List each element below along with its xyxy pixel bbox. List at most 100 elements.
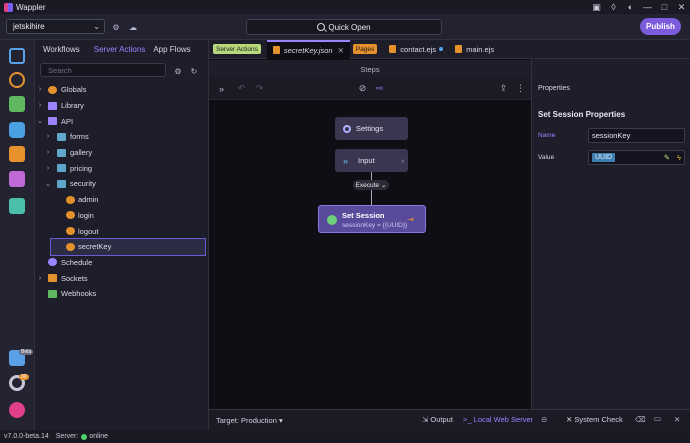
window-controls: ▣ ◊ ◐ — □ ✕ [588,0,690,14]
project-select[interactable]: jetskihire ⌄ [6,19,105,34]
testing-icon[interactable] [9,171,25,187]
lightning-icon[interactable]: ϟ [677,153,681,162]
minimize-icon[interactable]: — [639,0,656,14]
bottom-panel-bar: Target: Production ▾ ⇲ Output >_ Local W… [209,409,690,430]
tree-item-library[interactable]: › Library [35,98,208,114]
undo-icon[interactable]: ↶ [236,83,247,94]
maximize-icon[interactable]: □ [656,0,673,14]
pages-badge: Pages [352,44,378,54]
status-dot-icon [81,433,88,440]
tree-item-secretkey[interactable]: secretKey [50,237,206,256]
more-icon[interactable]: ⋮ [515,83,526,94]
quick-open-button[interactable]: Quick Open [246,19,442,35]
tree-item-forms[interactable]: › forms [35,129,208,145]
html-file-icon [389,45,397,53]
layers-icon[interactable] [9,198,25,214]
tree-item-pricing[interactable]: › pricing [35,160,208,176]
set-session-title: Set Session [342,211,385,220]
chevron-right-icon: › [38,274,42,282]
search-icon [317,23,326,31]
chevron-down-icon: ⌄ [93,22,100,31]
tab-workflows[interactable]: Workflows [39,45,84,54]
app-title: Wappler [16,2,46,12]
database-icon[interactable] [9,122,25,138]
webhook-icon [48,289,57,298]
rail-badge-count: 30 [19,374,29,380]
globe-icon [48,85,57,94]
close-icon: ✕ [566,415,573,424]
server-state: online [89,433,109,440]
publish-button[interactable]: Publish [640,18,681,35]
project-settings-gear-icon[interactable]: ⚙ [110,21,122,33]
tree-item-gallery[interactable]: › gallery [35,145,208,161]
chevron-right-icon: › [46,133,50,141]
input-node[interactable]: » Input › [335,149,408,172]
tab-contact-ejs[interactable]: contact.ejs [383,40,449,59]
steps-header: Steps [209,60,531,78]
output-tab[interactable]: ⇲ Output [422,415,453,424]
settings-node[interactable]: Settings [335,117,408,140]
properties-section-title: Set Session Properties [538,110,626,119]
server-label: Server: [55,433,79,440]
pencil-icon[interactable]: ✎ [664,153,670,162]
refresh-icon[interactable]: ↻ [188,65,200,77]
step-link-icon[interactable]: ⇨ [374,83,385,94]
html-file-icon [455,45,463,53]
chevron-right-icon[interactable]: › [402,156,405,165]
files-icon[interactable] [9,48,25,64]
target-selector[interactable]: Target: Production ▾ [216,416,283,425]
chevron-right-icon: › [46,164,50,172]
local-web-server-tab[interactable]: >_ Local Web Server [463,415,533,424]
tree-settings-gear-icon[interactable]: ⚙ [172,65,184,77]
cloud-upload-icon[interactable]: ☁ [127,21,139,33]
tree-item-globals[interactable]: › Globals [35,82,208,98]
close-icon[interactable]: ✕ [673,0,690,14]
tree-item-schedule[interactable]: Schedule [35,255,208,271]
server-actions-tree: › Globals › Library ⌄ API › forms › gall… [35,82,208,302]
redo-icon[interactable]: ↷ [254,83,265,94]
eraser-icon[interactable]: ⌫ [635,415,646,424]
tree-item-login[interactable]: login [35,208,208,224]
export-icon[interactable]: ⇪ [498,83,509,94]
execute-pill[interactable]: Execute ⌄ [353,180,389,190]
disable-icon[interactable]: ⊘ [357,83,368,94]
main-toolbar: jetskihire ⌄ ⚙ ☁ Quick Open Publish [0,14,690,40]
panel-toggle-icon[interactable]: ▭ [654,414,661,423]
close-panel-icon[interactable]: ✕ [674,415,680,424]
tree-item-api[interactable]: ⌄ API [35,113,208,129]
search-input[interactable]: Search [40,63,166,77]
tab-secretkey-json[interactable]: secretKey.json ✕ [266,39,350,59]
sidebar-tabs: Workflows Server Actions App Flows [35,40,208,58]
tree-item-logout[interactable]: logout [35,223,208,239]
tree-item-admin[interactable]: admin [35,192,208,208]
arrow-right-circle-icon [327,215,337,225]
tree-item-webhooks[interactable]: Webhooks [35,286,208,302]
drop-icon[interactable]: ◊ [605,0,622,14]
tree-item-security[interactable]: ⌄ security [35,176,208,192]
tab-server-actions[interactable]: Server Actions [90,45,150,54]
theme-icon[interactable]: ◐ [622,0,639,14]
editor-tabs: Server Actions secretKey.json ✕ Pages co… [209,39,690,59]
user-avatar-icon[interactable] [9,402,25,418]
close-tab-icon[interactable]: ✕ [338,46,344,55]
rail-badge-beta: Beta [19,349,34,355]
server-action-file-icon [272,46,280,54]
chevron-down-icon: ⌄ [45,180,51,188]
set-session-step[interactable]: Set Session sessionKey = {{UUID}} ⇥ [318,205,426,233]
window-mode-icon[interactable]: ▣ [588,0,605,14]
workflows-icon[interactable] [9,96,25,112]
tab-group-pages: Pages [350,40,383,59]
tree-item-sockets[interactable]: › Sockets [35,270,208,286]
output-icon: ⇲ [422,415,429,424]
value-field[interactable]: UUID ✎ ϟ [588,150,685,165]
tab-main-ejs[interactable]: main.ejs [449,40,500,59]
double-chevron-icon[interactable]: » [216,83,227,94]
stop-server-icon[interactable]: ⊝ [541,415,547,424]
tab-app-flows[interactable]: App Flows [149,45,194,54]
system-check-tab[interactable]: ✕ System Check [566,415,623,424]
api-icon [48,117,57,126]
git-icon[interactable] [9,72,25,88]
routing-icon[interactable] [9,146,25,162]
name-label: Name [538,132,556,139]
name-field[interactable]: sessionKey [588,128,685,143]
